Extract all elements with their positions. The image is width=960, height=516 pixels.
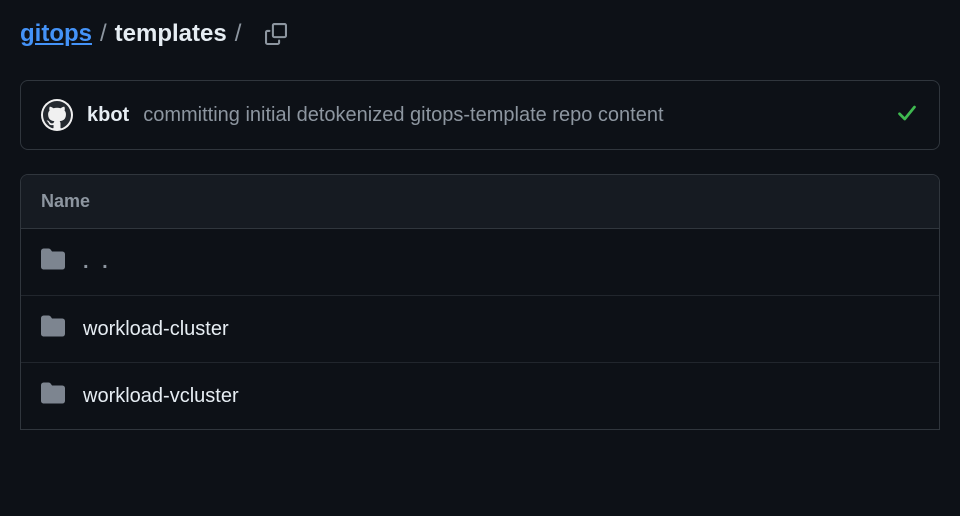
file-listing-table: Name . . workload-cluster workload-vclus… bbox=[20, 174, 940, 430]
table-row[interactable]: workload-vcluster bbox=[21, 363, 939, 429]
avatar[interactable] bbox=[41, 99, 73, 131]
breadcrumb: gitops / templates / bbox=[20, 20, 940, 48]
copy-icon bbox=[265, 23, 287, 45]
commit-author[interactable]: kbot bbox=[87, 104, 129, 127]
breadcrumb-trailing-separator: / bbox=[235, 20, 242, 48]
github-avatar-icon bbox=[43, 101, 71, 129]
table-row-parent[interactable]: . . bbox=[21, 229, 939, 296]
commit-message[interactable]: committing initial detokenized gitops-te… bbox=[143, 104, 881, 127]
folder-link[interactable]: workload-cluster bbox=[83, 318, 229, 341]
parent-directory-link[interactable]: . . bbox=[83, 251, 112, 274]
folder-link[interactable]: workload-vcluster bbox=[83, 385, 239, 408]
table-row[interactable]: workload-cluster bbox=[21, 296, 939, 363]
breadcrumb-separator: / bbox=[100, 20, 107, 48]
status-check-icon[interactable] bbox=[895, 101, 919, 130]
folder-icon bbox=[41, 314, 65, 344]
copy-path-button[interactable] bbox=[265, 23, 287, 45]
latest-commit: kbot committing initial detokenized gito… bbox=[20, 80, 940, 150]
folder-icon bbox=[41, 247, 65, 277]
folder-icon bbox=[41, 381, 65, 411]
breadcrumb-repo-link[interactable]: gitops bbox=[20, 20, 92, 48]
table-header-name: Name bbox=[21, 175, 939, 229]
breadcrumb-current: templates bbox=[115, 20, 227, 48]
